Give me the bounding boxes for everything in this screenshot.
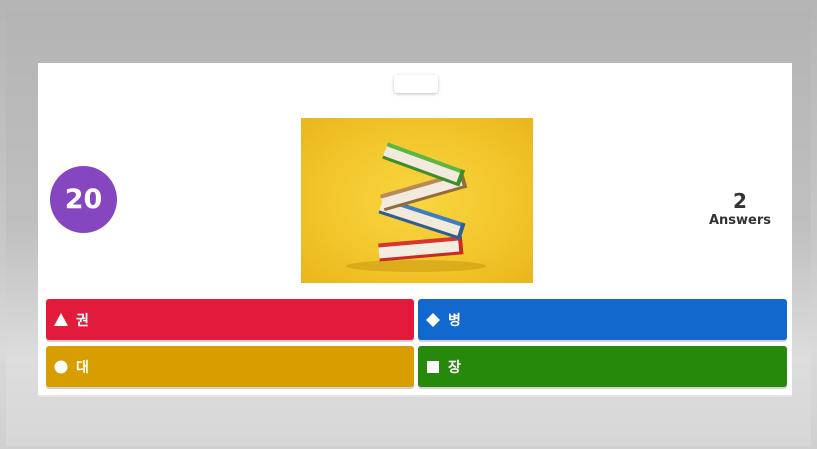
slide-bottom-divider — [38, 395, 792, 397]
square-icon — [426, 360, 440, 374]
books-illustration — [346, 142, 486, 272]
answers-counter: 2 Answers — [700, 189, 780, 229]
triangle-icon — [54, 313, 68, 327]
circle-icon — [54, 360, 68, 374]
question-image — [301, 118, 533, 283]
countdown-timer: 20 — [50, 166, 117, 233]
quiz-slide: 20 2 Answers 권 병 대 장 — [38, 63, 792, 397]
answers-count: 2 — [733, 189, 747, 213]
top-tab[interactable] — [394, 75, 438, 93]
answer-label-green: 장 — [448, 359, 461, 376]
answer-label-yellow: 대 — [76, 359, 89, 376]
diamond-icon — [426, 312, 440, 327]
answer-label-red: 권 — [76, 312, 89, 329]
answer-label-blue: 병 — [448, 312, 461, 329]
answer-option-yellow[interactable]: 대 — [46, 346, 414, 387]
answer-option-blue[interactable]: 병 — [418, 299, 787, 340]
answer-option-green[interactable]: 장 — [418, 346, 787, 387]
answers-label: Answers — [708, 213, 772, 228]
answer-option-red[interactable]: 권 — [46, 299, 414, 340]
timer-value: 20 — [64, 184, 103, 215]
